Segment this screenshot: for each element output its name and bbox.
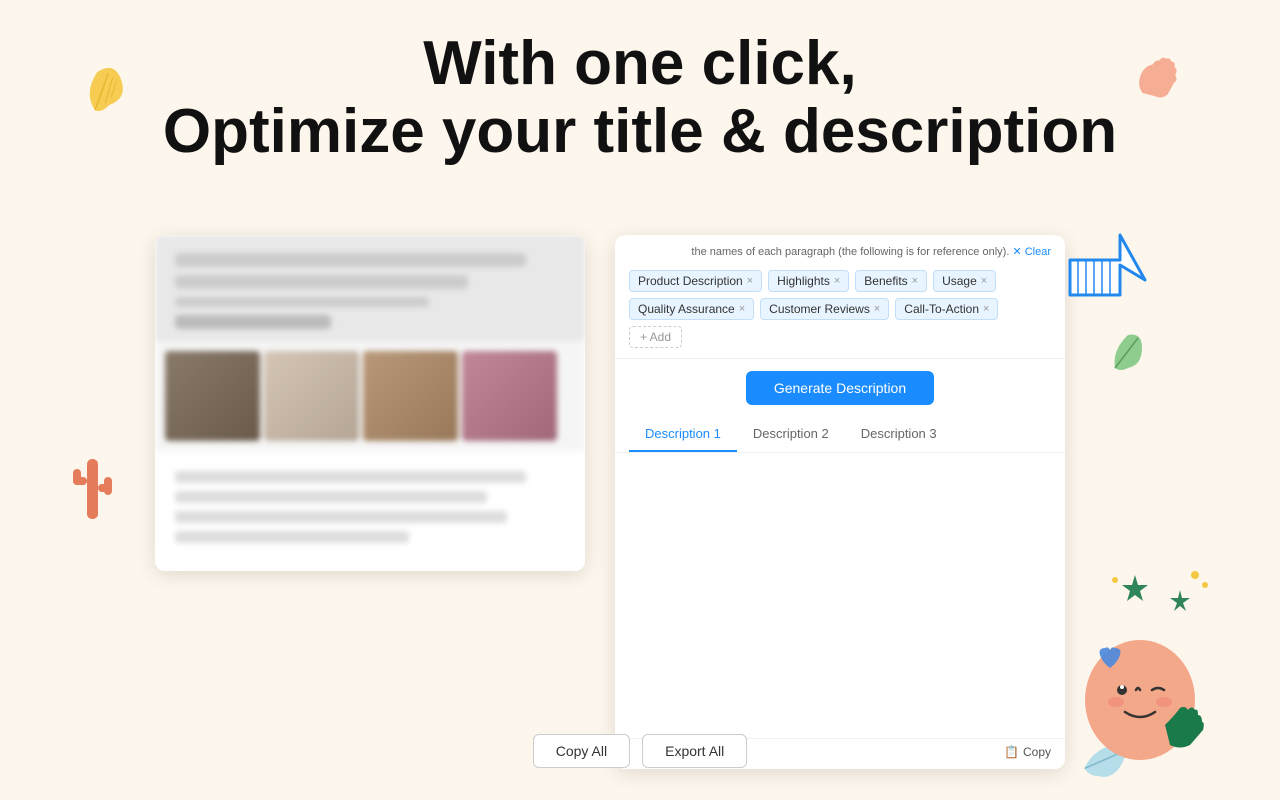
tag-benefits[interactable]: Benefits × [855,270,927,292]
tag-customer-reviews[interactable]: Customer Reviews × [760,298,889,320]
product-listing-panel [155,235,585,571]
product-subtitle-blur [175,297,429,307]
tag-remove-usage[interactable]: × [981,275,987,287]
generate-description-button[interactable]: Generate Description [746,371,934,405]
character-illustration [1040,560,1225,770]
product-header [155,235,585,341]
product-image-2 [264,351,359,441]
tag-label: Quality Assurance [638,302,735,316]
tag-remove-quality[interactable]: × [739,303,745,315]
tag-remove-highlights[interactable]: × [834,275,840,287]
header-line1: With one click, [0,30,1280,98]
tag-remove-reviews[interactable]: × [874,303,880,315]
product-listing-blurred [155,235,585,571]
tag-remove-benefits[interactable]: × [912,275,918,287]
tag-label: Product Description [638,274,743,288]
tag-call-to-action[interactable]: Call-To-Action × [895,298,998,320]
tag-add-button[interactable]: + Add [629,326,682,348]
export-all-button[interactable]: Export All [642,734,747,768]
description-generator-panel: the names of each paragraph (the followi… [615,235,1065,769]
tag-highlights[interactable]: Highlights × [768,270,849,292]
product-title-blur [175,253,526,267]
product-images [155,341,585,451]
hint-description: the names of each paragraph (the followi… [691,246,1009,258]
product-price-blur [175,315,331,329]
tag-label: Call-To-Action [904,302,979,316]
generate-button-row: Generate Description [615,359,1065,417]
description-content-area [615,453,1065,738]
tag-remove-product-description[interactable]: × [747,275,753,287]
page-header: With one click, Optimize your title & de… [0,0,1280,166]
desc-generator: the names of each paragraph (the followi… [615,235,1065,769]
tags-area: Product Description × Highlights × Benef… [615,264,1065,359]
tag-usage[interactable]: Usage × [933,270,996,292]
clear-link[interactable]: ✕ Clear [1012,246,1051,258]
tab-description-2[interactable]: Description 2 [737,417,845,452]
product-description-area [155,451,585,571]
tab-description-1[interactable]: Description 1 [629,417,737,452]
description-tabs: Description 1 Description 2 Description … [615,417,1065,453]
header-line2: Optimize your title & description [0,98,1280,166]
arrow-decoration [1050,215,1150,305]
tag-label: Benefits [864,274,907,288]
tag-quality-assurance[interactable]: Quality Assurance × [629,298,754,320]
tag-product-description[interactable]: Product Description × [629,270,762,292]
tab-description-3[interactable]: Description 3 [845,417,953,452]
copy-all-button[interactable]: Copy All [533,734,630,768]
hint-text: the names of each paragraph (the followi… [615,235,1065,264]
tag-remove-cta[interactable]: × [983,303,989,315]
product-image-4 [462,351,557,441]
tag-label: Customer Reviews [769,302,870,316]
product-title-blur2 [175,275,468,289]
product-image-1 [165,351,260,441]
tag-label: Highlights [777,274,830,288]
product-image-3 [363,351,458,441]
tag-label: Usage [942,274,977,288]
